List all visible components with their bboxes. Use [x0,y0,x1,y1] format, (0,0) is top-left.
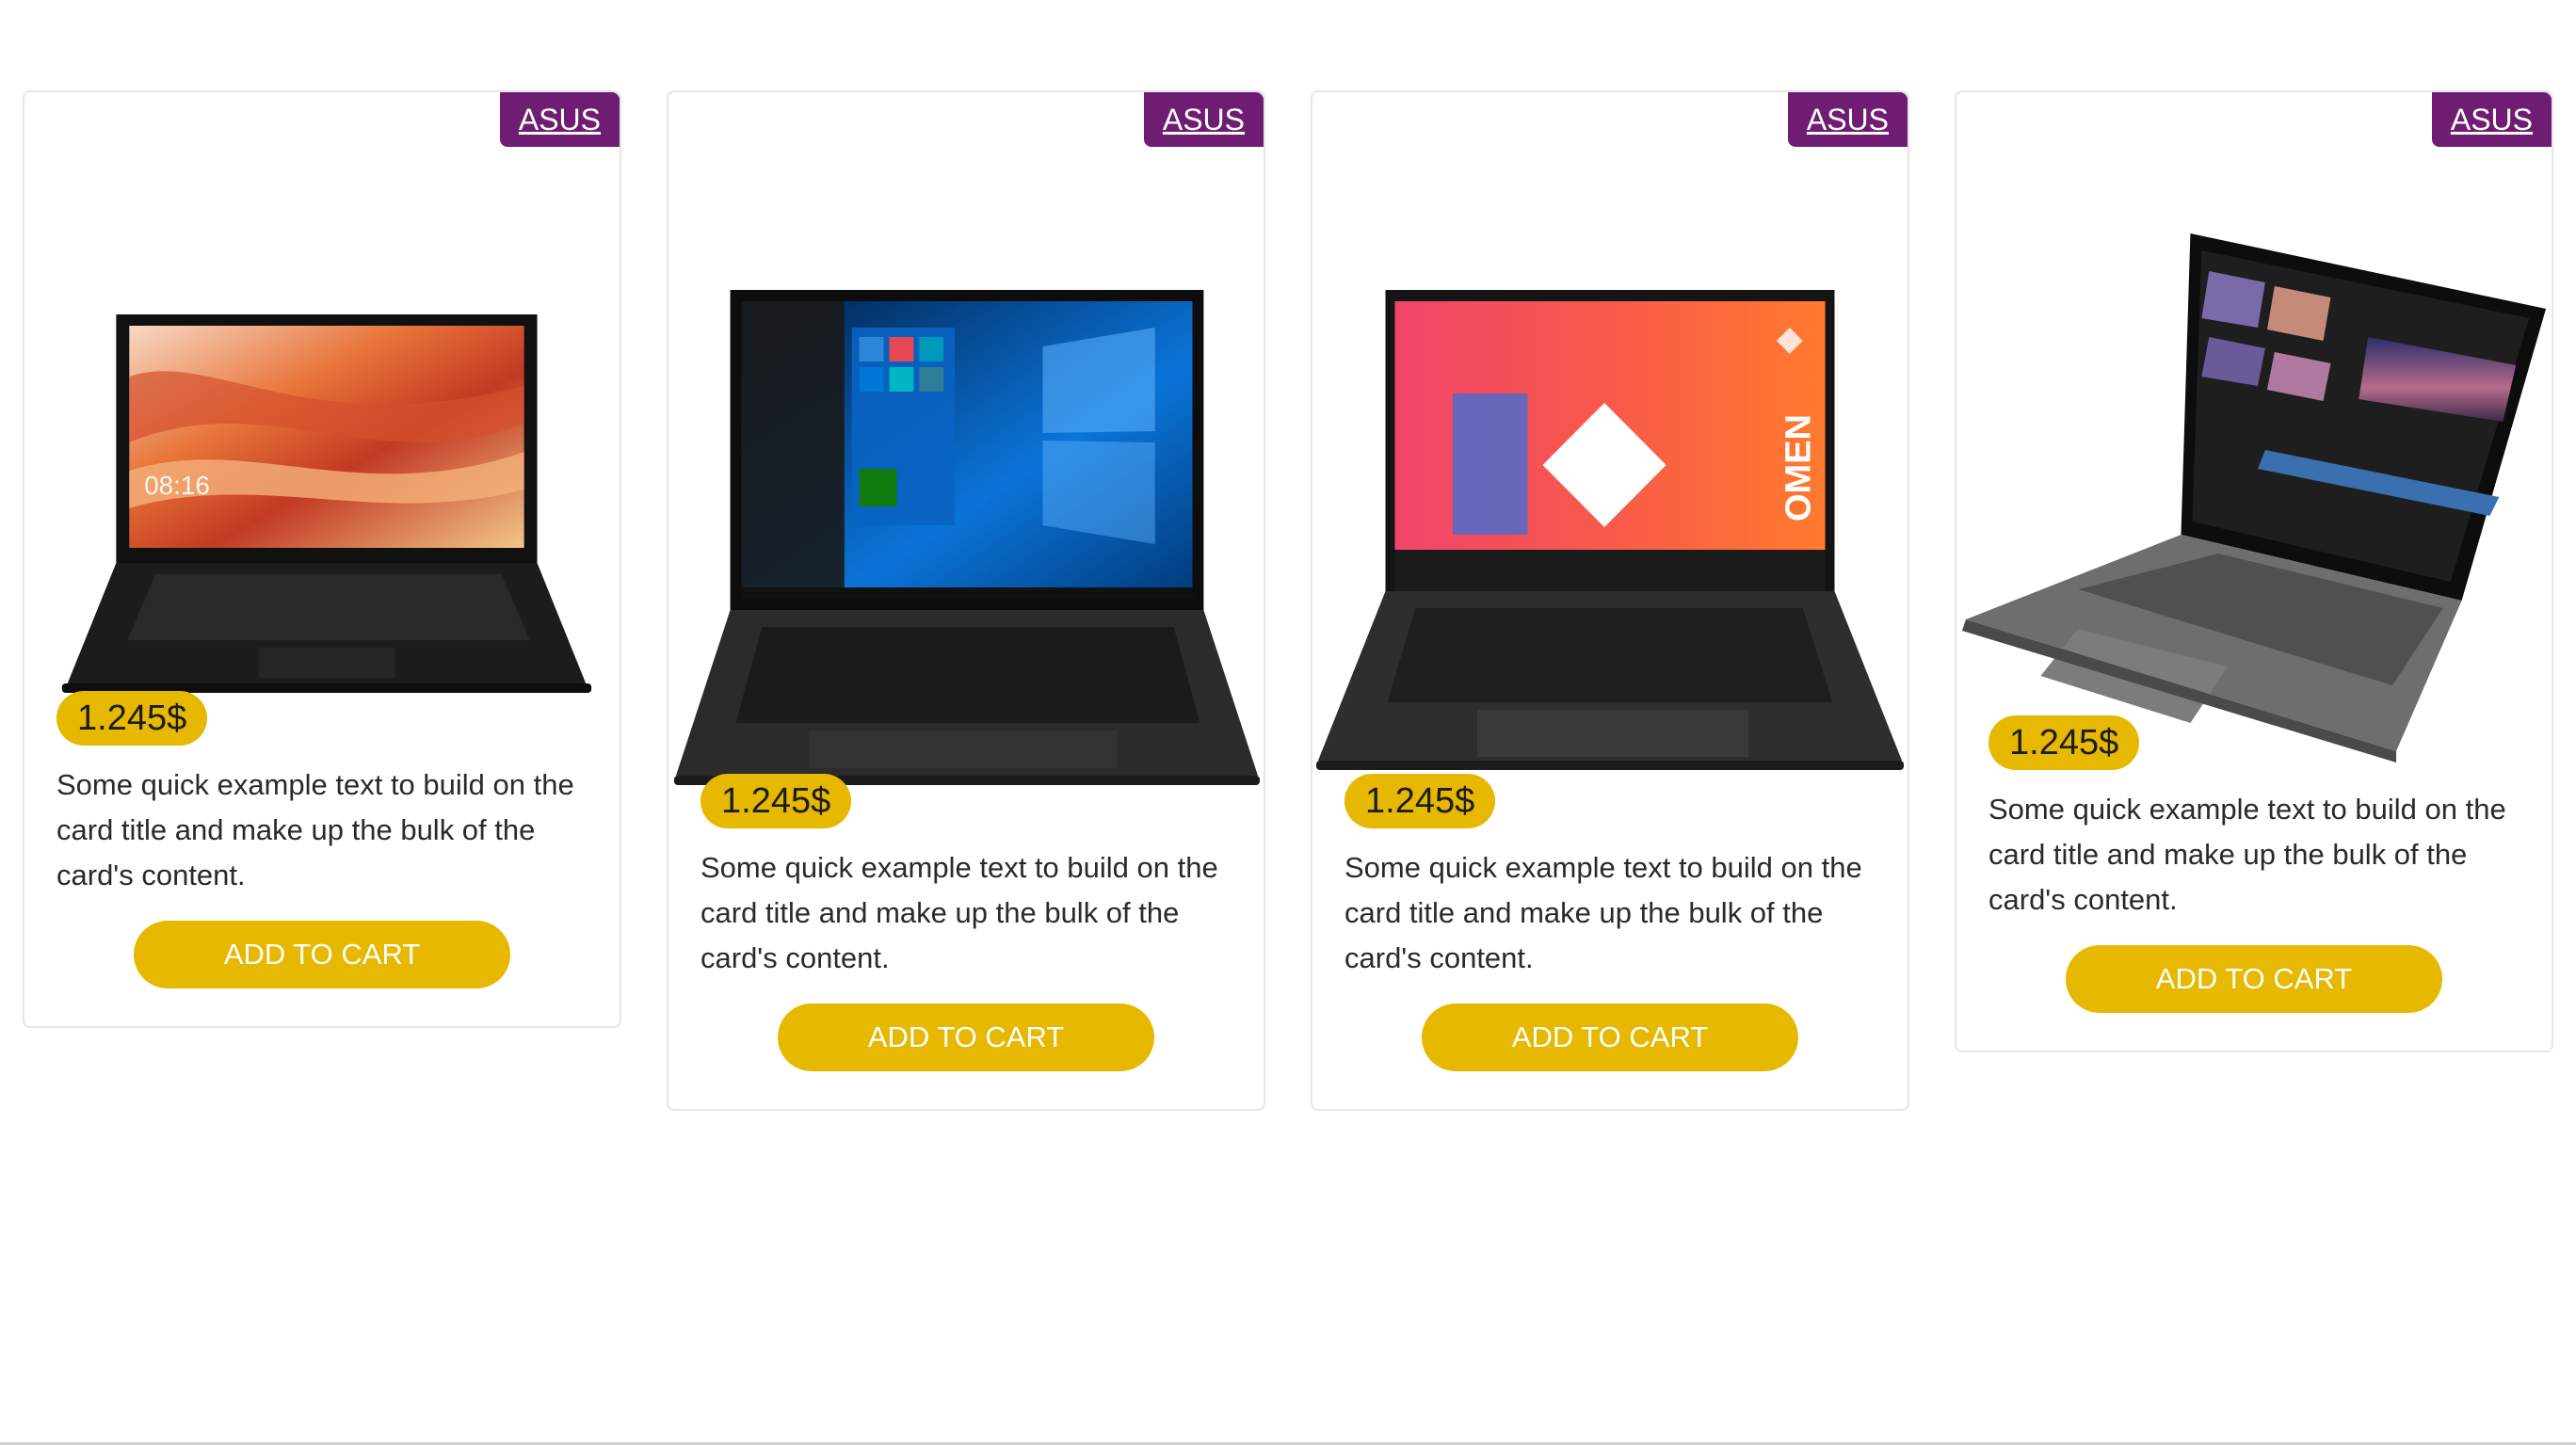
card-body: 1.245$ Some quick example text to build … [1988,715,2520,1013]
add-to-cart-button[interactable]: ADD TO CART [134,921,510,988]
product-grid: ASUS 08:16 1.245$ Some quick example tex… [0,0,2576,1445]
card-body: 1.245$ Some quick example text to build … [56,691,588,988]
product-card: ASUS 1.245$ Some quick example text to b… [1955,90,2553,1052]
laptop-image [1956,139,2552,779]
price-badge: 1.245$ [1988,715,2140,770]
omen-logo-text: OMEN [1779,414,1819,522]
price-badge: 1.245$ [1344,774,1496,828]
lockscreen-clock: 08:16 [144,471,210,500]
product-card: ASUS 08:16 1.245$ Some quick example tex… [23,90,621,1028]
card-body: 1.245$ Some quick example text to build … [700,774,1232,1071]
brand-link[interactable]: ASUS [1787,92,1908,147]
brand-link[interactable]: ASUS [499,92,620,147]
laptop-image: OMEN [1312,186,1908,789]
card-body: 1.245$ Some quick example text to build … [1344,774,1876,1071]
brand-link[interactable]: ASUS [1143,92,1264,147]
laptop-image: 08:16 [24,198,620,725]
card-description: Some quick example text to build on the … [56,768,574,891]
add-to-cart-button[interactable]: ADD TO CART [1422,1003,1798,1071]
price-badge: 1.245$ [56,691,208,746]
product-card: ASUS OMEN 1.245$ Some quick example text… [1311,90,1909,1111]
card-description: Some quick example text to build on the … [1988,793,2506,916]
laptop-image [668,186,1264,798]
card-description: Some quick example text to build on the … [1344,851,1862,974]
card-description: Some quick example text to build on the … [700,851,1218,974]
add-to-cart-button[interactable]: ADD TO CART [778,1003,1154,1071]
product-card: ASUS 1.245$ Some quick example text to b… [667,90,1265,1111]
price-badge: 1.245$ [700,774,852,828]
add-to-cart-button[interactable]: ADD TO CART [2066,945,2442,1013]
